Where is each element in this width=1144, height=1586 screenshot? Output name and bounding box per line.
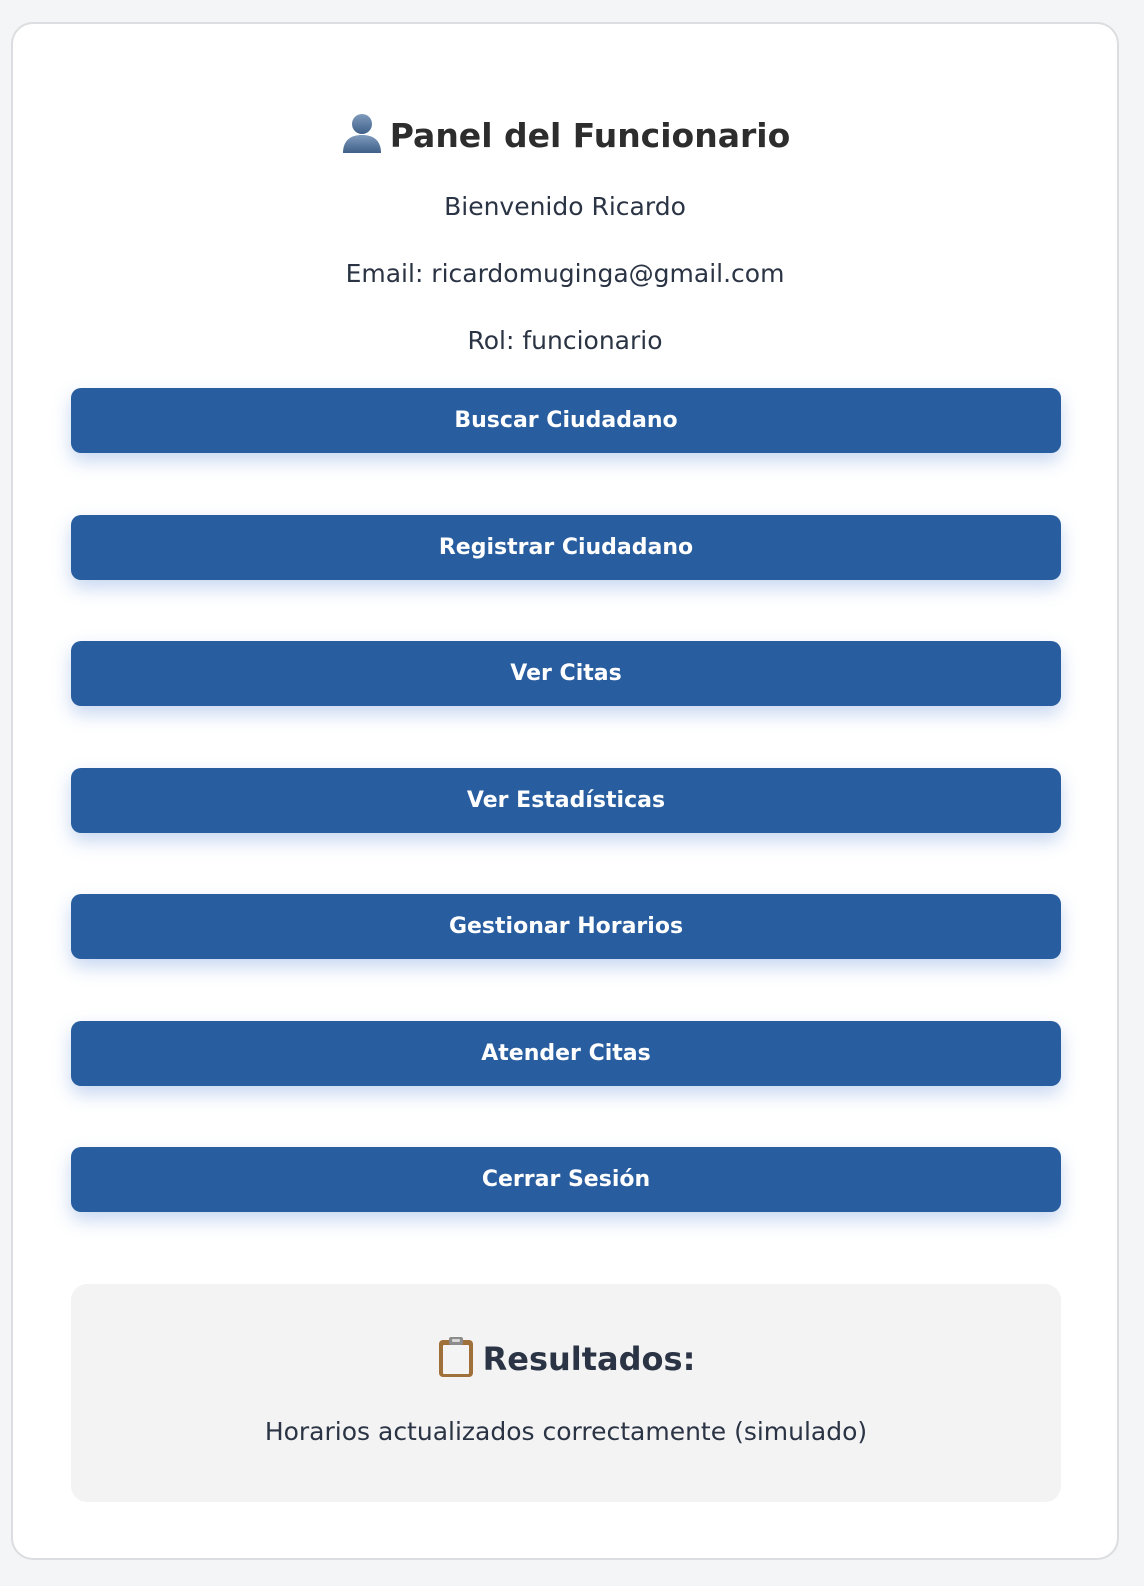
cerrar-sesion-button[interactable]: Cerrar Sesión: [71, 1147, 1061, 1212]
role-text: Rol: funcionario: [467, 326, 663, 355]
ver-citas-button[interactable]: Ver Citas: [71, 641, 1061, 706]
results-title-text: Resultados:: [482, 1340, 696, 1378]
results-title: Resultados:: [71, 1336, 1061, 1382]
results-message: Horarios actualizados correctamente (sim…: [264, 1417, 868, 1446]
page-title-text: Panel del Funcionario: [389, 116, 791, 155]
email-text: Email: ricardomuginga@gmail.com: [345, 259, 785, 288]
registrar-ciudadano-button[interactable]: Registrar Ciudadano: [71, 515, 1061, 580]
welcome-text: Bienvenido Ricardo: [444, 192, 686, 221]
user-silhouette-icon: [340, 110, 384, 154]
dashboard-card: Panel del Funcionario Bienvenido Ricardo…: [11, 22, 1119, 1560]
ver-estadisticas-button[interactable]: Ver Estadísticas: [71, 768, 1061, 833]
atender-citas-button[interactable]: Atender Citas: [71, 1021, 1061, 1086]
results-panel: Resultados: Horarios actualizados correc…: [71, 1284, 1061, 1502]
clipboard-icon: [437, 1336, 475, 1378]
gestionar-horarios-button[interactable]: Gestionar Horarios: [71, 894, 1061, 959]
buscar-ciudadano-button[interactable]: Buscar Ciudadano: [71, 388, 1061, 453]
page-title: Panel del Funcionario: [13, 110, 1117, 161]
